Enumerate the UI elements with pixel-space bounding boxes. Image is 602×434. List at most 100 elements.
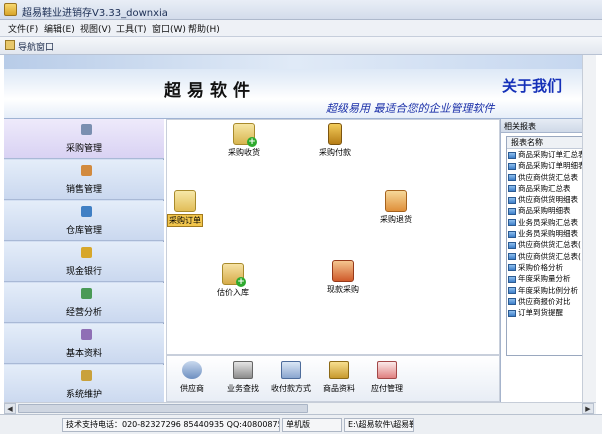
flow-purchase-receive[interactable]: + 采购收货 [219,123,269,158]
sidebar-item-label: 销售管理 [65,185,102,195]
report-name: 年度采购量分析 [518,274,571,284]
sidebar-item-sales[interactable]: 销售管理 [4,160,164,200]
sidebar-item-label: 采购管理 [65,144,102,154]
shortcut-toolbar: 供应商 业务查找 收付款方式 商品资料 应付管理 [166,355,500,402]
sidebar-item-warehouse[interactable]: 仓库管理 [4,201,164,241]
report-icon [508,185,516,193]
business-search-button[interactable]: 业务查找 [223,361,263,394]
inbound-box-icon: + [222,263,246,287]
report-name: 年度采购比例分析 [518,285,578,295]
report-icon [508,196,516,204]
app-logo-icon [4,3,17,16]
menu-file[interactable]: 文件(F) [8,22,38,35]
flow-purchase-order[interactable]: 采购订单 [167,190,203,227]
sidebar-item-label: 现金银行 [65,267,102,277]
flow-label: 采购订单 [167,214,203,227]
scroll-left-arrow-icon[interactable]: ◀ [4,403,16,414]
sidebar-item-purchase[interactable]: 采购管理 [4,119,164,159]
sidebar-item-cash-bank[interactable]: 现金银行 [4,242,164,282]
related-reports-panel: 相关报表 报表名称 商品采购订单汇总表 商品采购订单明细表 供应商供货汇总表 商… [500,119,583,402]
flow-estimated-inbound[interactable]: + 估价入库 [209,263,257,298]
supplier-icon [182,361,202,379]
menu-window[interactable]: 窗口(W) [152,22,186,35]
warehouse-icon [81,206,92,217]
supplier-button[interactable]: 供应商 [177,361,207,394]
list-item[interactable]: 商品采购明细表 [507,205,582,216]
list-item[interactable]: 采购价格分析 [507,262,582,273]
scrollbar-thumb[interactable] [18,404,308,413]
report-name: 供应商供货汇总表( [518,251,581,261]
product-info-button[interactable]: 商品资料 [319,361,359,394]
sales-icon [81,165,92,176]
list-item[interactable]: 供应商供货汇总表( [507,251,582,262]
report-icon [508,207,516,215]
folder-icon [81,329,92,340]
navigation-tab-icon [5,40,15,50]
header-banner: 超易软件 关于我们 超级易用 最适合您的企业管理软件 [4,55,582,119]
title-bar: 超易鞋业进销存V3.33_downxia [0,0,602,20]
list-item[interactable]: 商品采购汇总表 [507,183,582,194]
report-name: 采购价格分析 [518,262,563,272]
menu-edit[interactable]: 编辑(E) [44,22,75,35]
flow-purchase-return[interactable]: 采购退货 [373,190,419,225]
sidebar-item-analysis[interactable]: 经营分析 [4,283,164,323]
list-item[interactable]: 业务员采购汇总表 [507,217,582,228]
horizontal-scrollbar[interactable]: ◀ ▶ [4,402,596,414]
list-item[interactable]: 订单到货提醒 [507,307,582,318]
list-item[interactable]: 年度采购量分析 [507,273,582,284]
banner-band [4,55,582,69]
cash-purchase-icon [332,260,354,282]
list-item[interactable]: 年度采购比例分析 [507,285,582,296]
flow-label: 估价入库 [217,288,249,297]
report-icon [508,253,516,261]
reports-title: 相关报表 [501,119,583,133]
reports-column-header: 报表名称 [507,137,582,149]
sidebar-item-label: 系统维护 [65,390,102,400]
toolbar-label: 供应商 [180,384,204,393]
return-doc-icon [385,190,407,212]
list-item[interactable]: 商品采购订单汇总表 [507,149,582,160]
report-icon [508,275,516,283]
report-icon [508,298,516,306]
report-icon [508,287,516,295]
menu-tools[interactable]: 工具(T) [116,22,147,35]
tools-icon [81,370,92,381]
data-path-text: E:\超易软件\超易鞋 [344,418,414,432]
menu-view[interactable]: 视图(V) [80,22,111,35]
list-item[interactable]: 供应商报价对比 [507,296,582,307]
status-bar: 技术支持电话：020-82327296 85440935 QQ:40800875… [0,414,602,434]
menu-bar: 文件(F) 编辑(E) 视图(V) 工具(T) 窗口(W) 帮助(H) [0,20,602,37]
report-name: 商品采购订单汇总表 [518,150,583,159]
scroll-right-arrow-icon[interactable]: ▶ [582,403,594,414]
sidebar-item-basic-data[interactable]: 基本资料 [4,324,164,364]
report-icon [508,174,516,182]
report-name: 商品采购汇总表 [518,183,571,193]
payment-method-button[interactable]: 收付款方式 [269,361,313,394]
list-item[interactable]: 商品采购订单明细表 [507,160,582,171]
printer-icon [233,361,253,379]
window-title: 超易鞋业进销存V3.33_downxia [22,8,168,19]
order-doc-icon [174,190,196,212]
list-item[interactable]: 供应商供货汇总表 [507,172,582,183]
about-us-link[interactable]: 关于我们 [502,75,562,96]
report-name: 供应商供货明细表 [518,195,578,205]
money-bag-icon [328,123,342,145]
payables-button[interactable]: 应付管理 [367,361,407,394]
list-item[interactable]: 业务员采购明细表 [507,228,582,239]
chart-icon [81,288,92,299]
report-icon [508,309,516,317]
brand-title: 超易软件 [164,81,256,101]
report-icon [508,151,516,159]
tab-navigation[interactable]: 导航窗口 [18,40,54,53]
sidebar-item-system[interactable]: 系统维护 [4,365,164,405]
product-icon [329,361,349,379]
list-item[interactable]: 供应商供货明细表 [507,194,582,205]
vertical-scrollbar[interactable] [582,55,596,402]
menu-help[interactable]: 帮助(H) [188,22,220,35]
flow-purchase-payment[interactable]: 采购付款 [310,123,360,158]
list-item[interactable]: 供应商供货汇总表( [507,239,582,250]
flow-cash-purchase[interactable]: 现款采购 [319,260,367,295]
flow-label: 采购退货 [380,215,412,224]
workflow-canvas: + 采购收货 采购付款 采购订单 采购退货 + 估价入库 现款采购 [166,119,500,355]
flow-label: 现款采购 [327,285,359,294]
